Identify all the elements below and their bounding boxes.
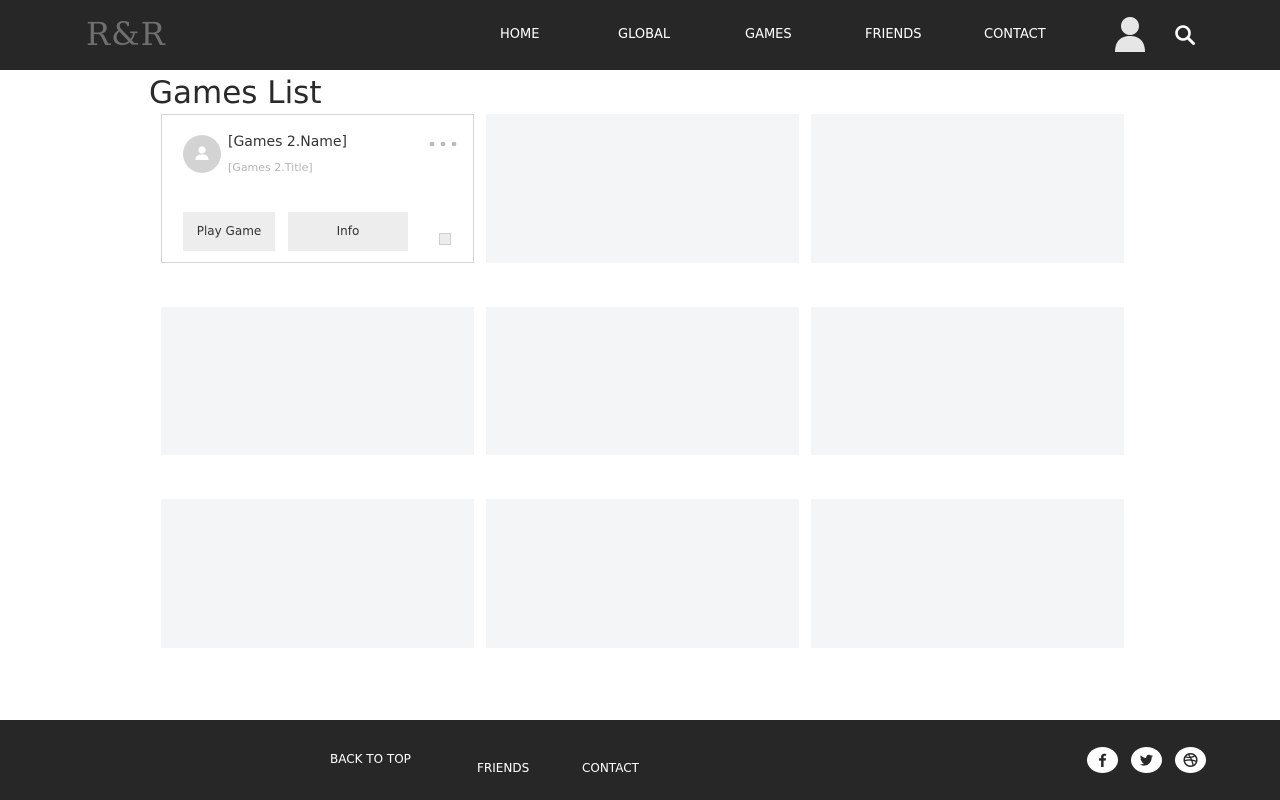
- twitter-icon[interactable]: [1131, 747, 1162, 773]
- nav-friends[interactable]: FRIENDS: [865, 26, 922, 44]
- game-title: [Games 2.Title]: [228, 161, 313, 174]
- site-footer: BACK TO TOP FRIENDS CONTACT: [0, 720, 1280, 800]
- game-name: [Games 2.Name]: [228, 134, 348, 150]
- back-to-top-link[interactable]: BACK TO TOP: [330, 751, 411, 767]
- game-tile-placeholder: [811, 307, 1124, 455]
- game-tile-placeholder: [486, 114, 799, 263]
- more-options-icon[interactable]: [428, 139, 458, 149]
- site-header: R&R HOME GLOBAL GAMES FRIENDS CONTACT: [0, 0, 1280, 70]
- site-logo[interactable]: R&R: [86, 14, 166, 54]
- play-game-button[interactable]: Play Game: [183, 212, 275, 251]
- nav-home[interactable]: HOME: [500, 26, 539, 44]
- search-icon[interactable]: [1174, 24, 1196, 46]
- game-tile-placeholder: [811, 114, 1124, 263]
- select-checkbox[interactable]: [439, 233, 451, 245]
- dribbble-icon[interactable]: [1175, 747, 1206, 773]
- nav-contact[interactable]: CONTACT: [984, 26, 1046, 44]
- game-tile-placeholder: [486, 499, 799, 648]
- game-card: [Games 2.Name] [Games 2.Title] Play Game…: [161, 114, 474, 263]
- footer-friends-link[interactable]: FRIENDS: [477, 760, 529, 776]
- info-button[interactable]: Info: [288, 212, 408, 251]
- person-icon: [195, 146, 209, 160]
- footer-contact-link[interactable]: CONTACT: [582, 760, 639, 776]
- page-title: Games List: [149, 75, 322, 111]
- nav-global[interactable]: GLOBAL: [618, 26, 670, 44]
- game-tile-placeholder: [161, 307, 474, 455]
- avatar: [183, 135, 221, 173]
- facebook-icon[interactable]: [1087, 747, 1118, 773]
- game-tile-placeholder: [811, 499, 1124, 648]
- game-tile-placeholder: [486, 307, 799, 455]
- game-tile-placeholder: [161, 499, 474, 648]
- nav-games[interactable]: GAMES: [745, 26, 792, 44]
- user-icon[interactable]: [1113, 16, 1147, 52]
